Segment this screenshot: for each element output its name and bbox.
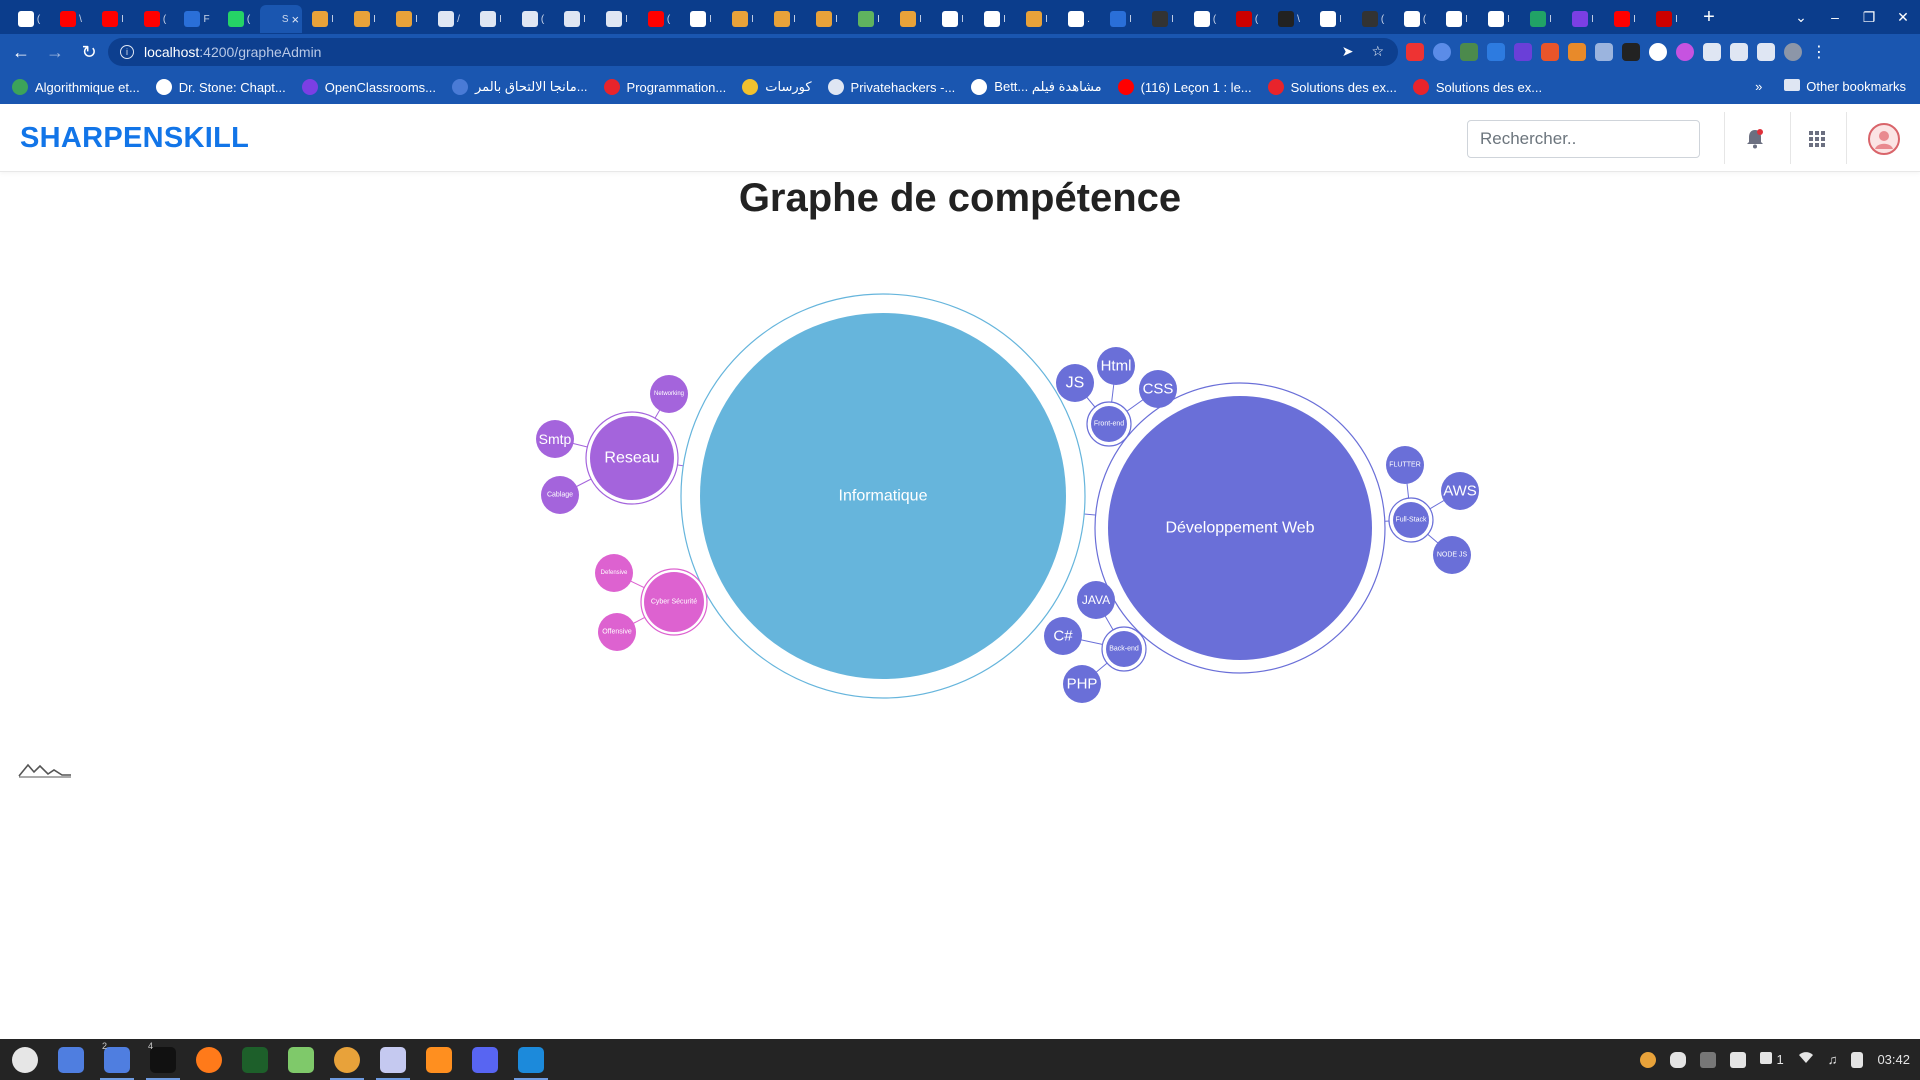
taskbar-app-sublime[interactable] xyxy=(416,1039,462,1080)
graph-node-aws[interactable]: AWS xyxy=(1441,472,1479,510)
file-manager-icon xyxy=(58,1046,84,1073)
mountain-logo-icon xyxy=(18,760,72,783)
graph-node-csharp[interactable]: C# xyxy=(1044,617,1082,655)
shield-icon[interactable] xyxy=(1730,1051,1747,1068)
system-monitor-icon xyxy=(242,1046,268,1073)
box-app-icon xyxy=(288,1046,314,1073)
clipboard-icon[interactable] xyxy=(1851,1051,1864,1068)
mint-menu-icon xyxy=(12,1046,38,1073)
node-label: Cyber Sécurité xyxy=(651,599,697,606)
node-label: Front-end xyxy=(1094,421,1124,428)
graph-node-offensive[interactable]: Offensive xyxy=(598,613,636,651)
taskbar-app-system-monitor[interactable] xyxy=(232,1039,278,1080)
graph-node-cyber[interactable]: Cyber Sécurité xyxy=(640,568,708,636)
os-taskbar: 24 1 ♫ 03:42 xyxy=(0,1039,1920,1080)
chrome-icon xyxy=(334,1046,360,1073)
taskbar-app-mint-menu[interactable] xyxy=(2,1039,48,1080)
taskbar-apps: 24 xyxy=(2,1039,554,1080)
taskbar-app-file-manager-2[interactable]: 2 xyxy=(94,1039,140,1080)
graph-node-backend[interactable]: Back-end xyxy=(1101,626,1147,672)
competence-graph: Informatique Développement Web Front-end JS… xyxy=(536,293,1479,703)
graph-node-js[interactable]: JS xyxy=(1056,364,1094,402)
taskbar-app-chrome[interactable] xyxy=(324,1039,370,1080)
node-label: JS xyxy=(1066,375,1085,392)
node-label: Reseau xyxy=(604,450,659,467)
clock[interactable]: 03:42 xyxy=(1877,1052,1910,1067)
system-tray: 1 ♫ 03:42 xyxy=(1640,1039,1910,1080)
node-label: Html xyxy=(1101,358,1132,375)
firefox-icon xyxy=(196,1046,222,1073)
terminal-icon xyxy=(150,1046,176,1073)
rocket-icon xyxy=(1760,1052,1773,1064)
music-note-icon[interactable]: ♫ xyxy=(1828,1052,1838,1067)
graph-node-css[interactable]: CSS xyxy=(1139,370,1177,408)
taskbar-app-vscode[interactable] xyxy=(508,1039,554,1080)
sublime-icon xyxy=(426,1046,452,1073)
node-label: FLUTTER xyxy=(1389,462,1421,469)
graph-node-php[interactable]: PHP xyxy=(1063,665,1101,703)
graph-node-flutter[interactable]: FLUTTER xyxy=(1386,446,1424,484)
discord-tray-icon[interactable] xyxy=(1670,1051,1687,1068)
node-label: CSS xyxy=(1143,381,1174,398)
node-label: Smtp xyxy=(539,431,572,447)
bluetooth-icon[interactable] xyxy=(1700,1051,1717,1068)
graph-node-nodejs[interactable]: NODE JS xyxy=(1433,536,1471,574)
graph-node-reseau[interactable]: Reseau xyxy=(585,411,679,505)
tray-app-icon[interactable] xyxy=(1640,1051,1657,1068)
graph-node-web[interactable]: Développement Web xyxy=(1094,382,1386,674)
taskbar-app-firefox[interactable] xyxy=(186,1039,232,1080)
taskbar-app-discord[interactable] xyxy=(462,1039,508,1080)
graph-node-frontend[interactable]: Front-end xyxy=(1086,401,1132,447)
window-count: 4 xyxy=(148,1041,154,1051)
graph-node-java[interactable]: JAVA xyxy=(1077,581,1115,619)
node-label: Back-end xyxy=(1109,646,1139,653)
notification-count[interactable]: 1 xyxy=(1760,1052,1784,1067)
graph-node-networking[interactable]: Networking xyxy=(650,375,688,413)
wifi-icon[interactable] xyxy=(1798,1052,1814,1067)
taskbar-app-file-manager[interactable] xyxy=(48,1039,94,1080)
node-label: PHP xyxy=(1067,676,1098,693)
graph-node-informatique[interactable]: Informatique xyxy=(680,293,1086,699)
graph-node-smtp[interactable]: Smtp xyxy=(536,420,574,458)
node-label: NODE JS xyxy=(1437,552,1468,559)
taskbar-app-box-app[interactable] xyxy=(278,1039,324,1080)
tray-badge: 1 xyxy=(1776,1052,1784,1067)
node-label: Développement Web xyxy=(1165,520,1314,537)
graph-node-cablage[interactable]: Cablage xyxy=(541,476,579,514)
node-label: Full-Stack xyxy=(1395,517,1427,524)
node-label: AWS xyxy=(1443,483,1477,500)
node-label: Networking xyxy=(654,391,684,397)
file-manager-2-icon xyxy=(104,1046,130,1073)
node-label: JAVA xyxy=(1082,593,1110,607)
node-label: Informatique xyxy=(839,488,928,505)
graph-node-fullstack[interactable]: Full-Stack xyxy=(1388,497,1434,543)
node-label: C# xyxy=(1053,628,1073,645)
graph-node-defensive[interactable]: Defensive xyxy=(595,554,633,592)
vscode-icon xyxy=(518,1046,544,1073)
window-count: 2 xyxy=(102,1041,108,1051)
text-editor-icon xyxy=(380,1046,406,1073)
node-label: Cablage xyxy=(547,492,573,499)
taskbar-app-terminal[interactable]: 4 xyxy=(140,1039,186,1080)
discord-icon xyxy=(472,1046,498,1073)
node-label: Offensive xyxy=(602,629,632,636)
graph-node-html[interactable]: Html xyxy=(1097,347,1135,385)
taskbar-app-text-editor[interactable] xyxy=(370,1039,416,1080)
node-label: Defensive xyxy=(601,570,628,576)
